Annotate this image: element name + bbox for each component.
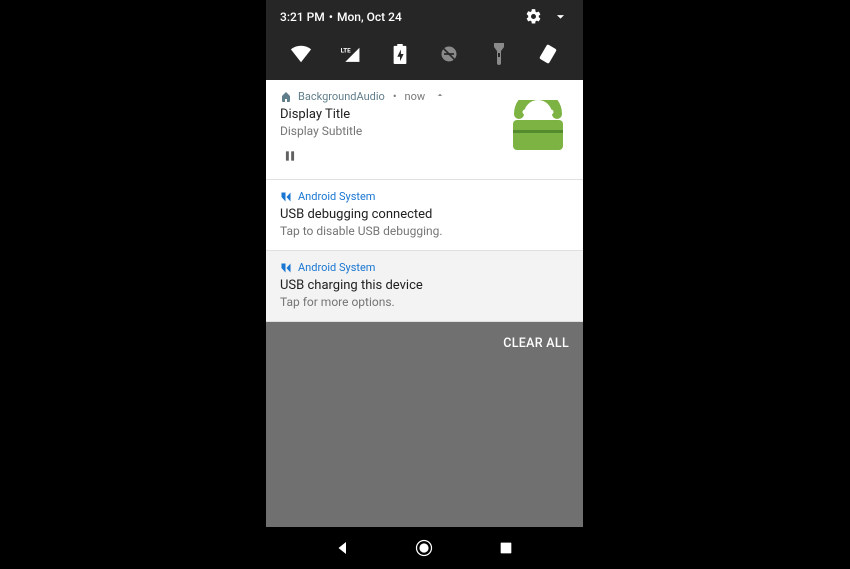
settings-icon[interactable] — [525, 8, 542, 25]
status-time: 3:21 PM — [280, 10, 325, 24]
collapse-caret-up-icon[interactable] — [435, 90, 445, 103]
notification-title: USB charging this device — [280, 278, 569, 293]
notification-app-name: BackgroundAudio — [298, 90, 385, 103]
nav-bar — [266, 527, 583, 569]
nav-home-button[interactable] — [413, 537, 435, 559]
nav-recents-button[interactable] — [495, 537, 517, 559]
separator-dot: • — [391, 90, 399, 103]
notification-subtitle: Display Subtitle — [280, 124, 497, 138]
notification-title: USB debugging connected — [280, 207, 569, 222]
auto-rotate-icon[interactable] — [537, 43, 559, 65]
notification-app-name: Android System — [298, 190, 375, 203]
nav-back-button[interactable] — [332, 537, 354, 559]
android-system-icon — [280, 262, 292, 274]
app-icon — [280, 91, 292, 103]
dnd-off-icon[interactable] — [438, 43, 460, 65]
wifi-icon[interactable] — [290, 43, 312, 65]
notification-header: Android System — [280, 261, 569, 274]
expand-chevron-down-icon[interactable] — [552, 8, 569, 25]
notification-shade: 3:21 PM • Mon, Oct 24 LTE — [266, 0, 583, 569]
notification-media-body: Display Title Display Subtitle — [280, 107, 569, 167]
shade-body: CLEAR ALL — [266, 322, 583, 527]
status-bar: 3:21 PM • Mon, Oct 24 — [266, 0, 583, 29]
notification-app-name: Android System — [298, 261, 375, 274]
status-date: Mon, Oct 24 — [337, 10, 515, 24]
svg-text:LTE: LTE — [341, 46, 352, 54]
lte-signal-icon[interactable]: LTE — [339, 43, 361, 65]
android-system-icon — [280, 191, 292, 203]
clear-all-button[interactable]: CLEAR ALL — [503, 336, 569, 351]
notification-media[interactable]: BackgroundAudio • now Display Title Disp… — [266, 80, 583, 180]
media-album-art — [507, 97, 569, 159]
notification-subtitle: Tap to disable USB debugging. — [280, 224, 569, 238]
quick-settings-tiles: LTE — [266, 29, 583, 80]
quick-settings-header: 3:21 PM • Mon, Oct 24 LTE — [266, 0, 583, 80]
notification-title: Display Title — [280, 107, 497, 122]
notification-subtitle: Tap for more options. — [280, 295, 569, 309]
pause-button[interactable] — [280, 146, 300, 166]
notification-header: Android System — [280, 190, 569, 203]
notification-when: now — [405, 90, 426, 103]
status-separator: • — [325, 10, 337, 24]
notification-usb-charging[interactable]: Android System USB charging this device … — [266, 251, 583, 322]
flashlight-icon[interactable] — [488, 43, 510, 65]
notification-usb-debugging[interactable]: Android System USB debugging connected T… — [266, 180, 583, 251]
battery-charging-icon[interactable] — [389, 43, 411, 65]
